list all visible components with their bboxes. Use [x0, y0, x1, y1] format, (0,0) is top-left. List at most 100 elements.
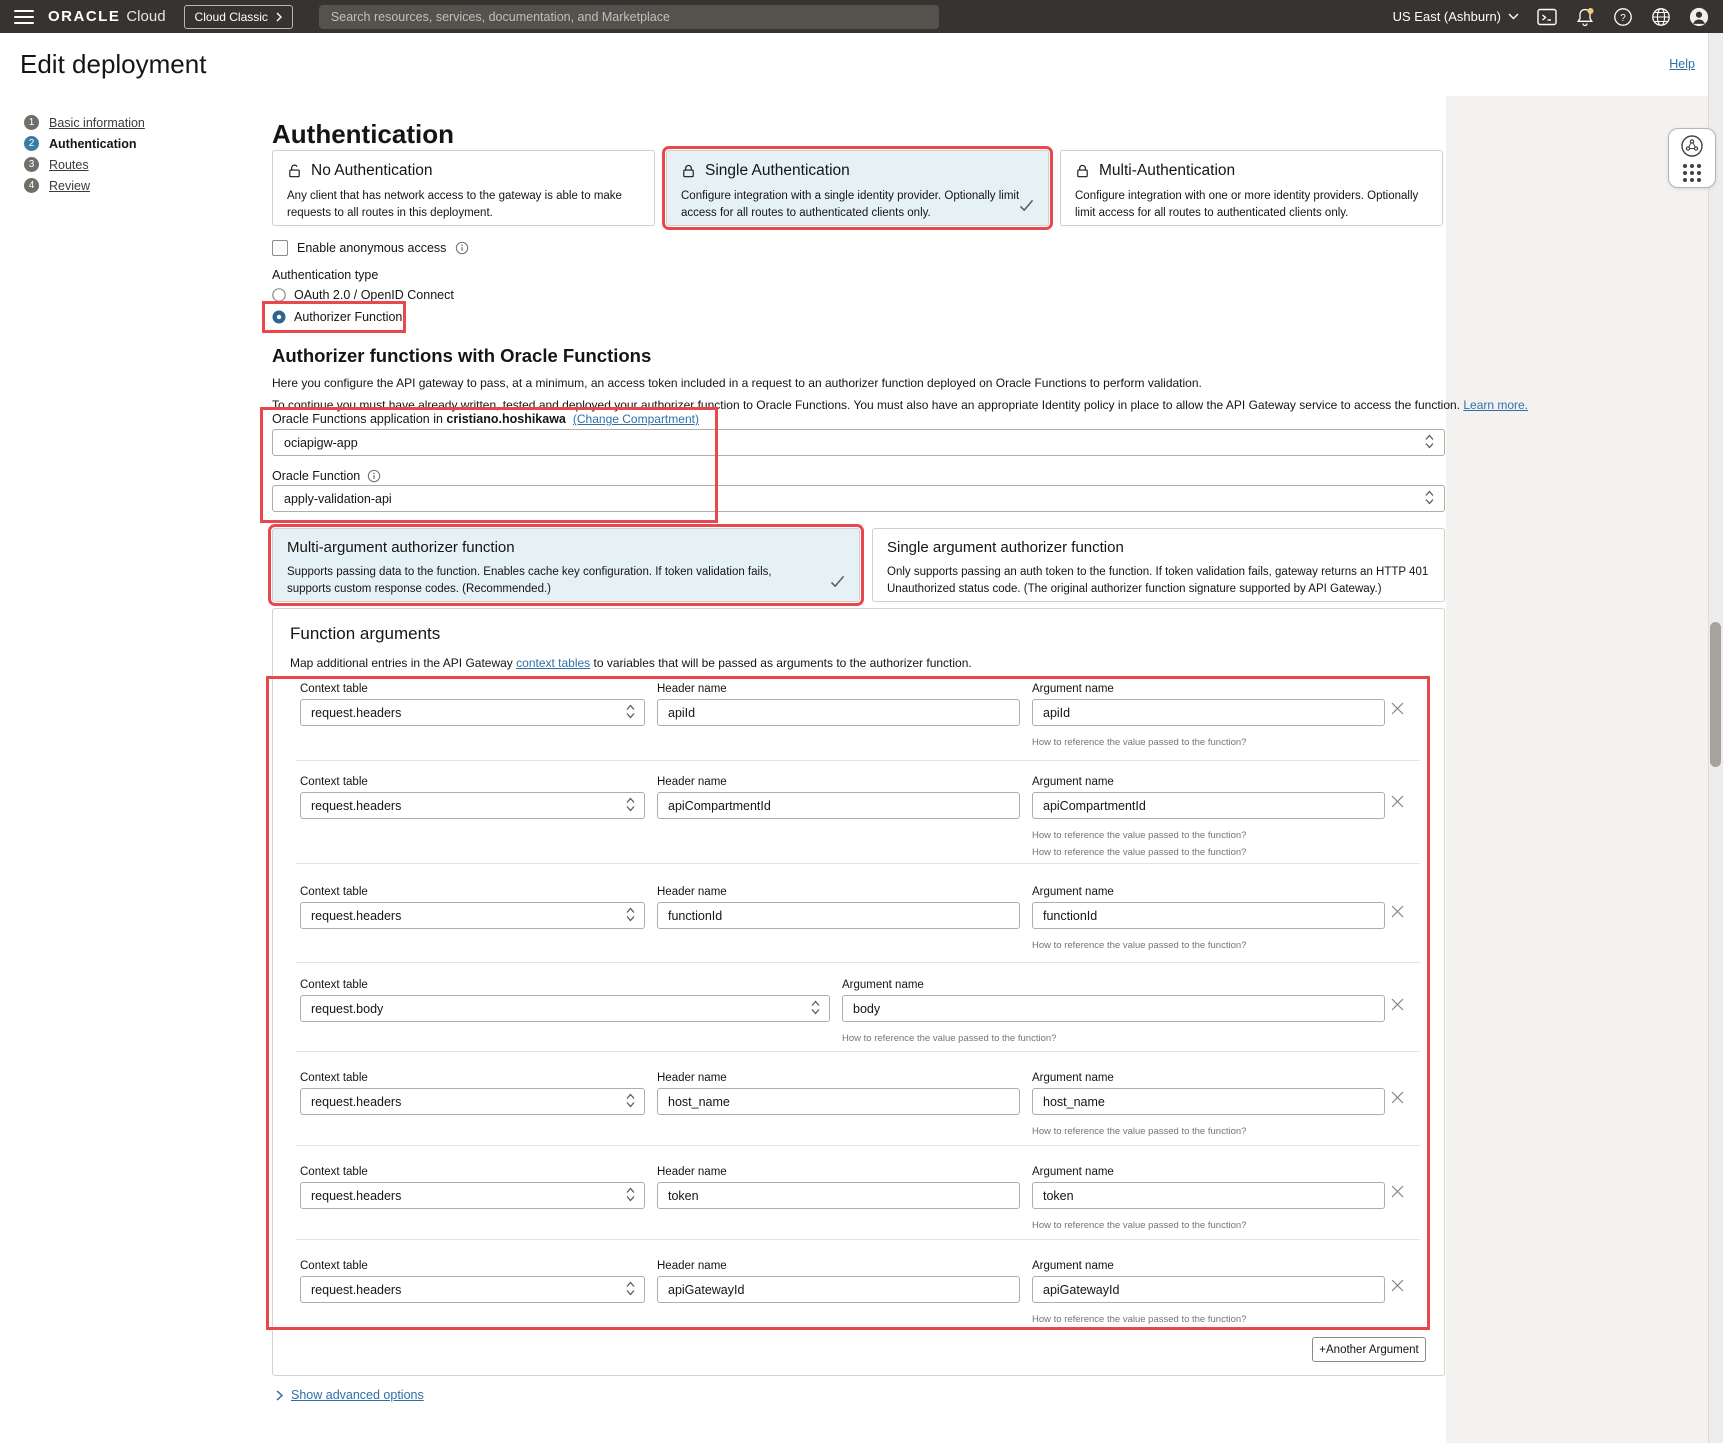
- argument-name-input[interactable]: [1032, 699, 1385, 726]
- learn-more-link[interactable]: Learn more.: [1463, 398, 1528, 412]
- help-link[interactable]: Help: [1669, 57, 1695, 71]
- chevron-right-icon: [276, 1390, 283, 1401]
- argument-name-label: Argument name: [1032, 1166, 1114, 1178]
- select-value: ociapigw-app: [284, 436, 358, 450]
- header-name-input[interactable]: [657, 1276, 1020, 1303]
- anonymous-access-row: Enable anonymous access: [272, 240, 469, 256]
- header-name-input[interactable]: [657, 902, 1020, 929]
- authorizer-paragraph-1: Here you configure the API gateway to pa…: [272, 376, 1202, 390]
- radio-label: Authorizer Function: [294, 310, 402, 324]
- function-argument-row: Context table request.headers Header nam…: [0, 886, 1723, 966]
- label-text: Oracle Function: [272, 469, 360, 483]
- argument-name-label: Argument name: [1032, 683, 1114, 695]
- user-avatar-icon[interactable]: [1689, 7, 1709, 27]
- add-another-argument-button[interactable]: +Another Argument: [1312, 1337, 1426, 1362]
- remove-argument-button[interactable]: [1388, 1184, 1406, 1202]
- brand-oracle: ORACLE: [48, 8, 120, 25]
- anonymous-access-checkbox[interactable]: [272, 240, 288, 256]
- remove-argument-button[interactable]: [1388, 1090, 1406, 1108]
- paragraph-text: To continue you must have already writte…: [272, 398, 1463, 412]
- context-table-select[interactable]: request.headers: [300, 699, 645, 726]
- help-question-icon[interactable]: ?: [1613, 7, 1633, 27]
- lock-icon: [681, 163, 696, 179]
- language-globe-icon[interactable]: [1651, 7, 1671, 27]
- argument-helper-text: How to reference the value passed to the…: [1032, 737, 1246, 748]
- header-name-label: Header name: [657, 1072, 727, 1084]
- remove-argument-button[interactable]: [1388, 794, 1406, 812]
- region-selector[interactable]: US East (Ashburn): [1393, 9, 1519, 24]
- select-value: apply-validation-api: [284, 492, 392, 506]
- function-argument-row: Context table request.headers Header nam…: [0, 1166, 1723, 1246]
- remove-argument-button[interactable]: [1388, 904, 1406, 922]
- radio-authorizer-function[interactable]: Authorizer Function: [272, 310, 402, 324]
- grid-menu-icon[interactable]: [1683, 164, 1701, 182]
- context-table-select[interactable]: request.headers: [300, 792, 645, 819]
- oracle-cloud-logo: ORACLE Cloud: [48, 8, 166, 25]
- show-advanced-options[interactable]: Show advanced options: [276, 1388, 424, 1402]
- stepper-item-review: 4 Review: [24, 175, 145, 196]
- assistant-icon[interactable]: [1680, 134, 1704, 158]
- select-value: request.headers: [311, 799, 401, 813]
- argument-name-label: Argument name: [1032, 776, 1114, 788]
- step-circle: 4: [24, 178, 39, 193]
- remove-argument-button[interactable]: [1388, 997, 1406, 1015]
- card-description: Configure integration with a single iden…: [681, 188, 1034, 221]
- oracle-function-select[interactable]: apply-validation-api: [272, 485, 1445, 512]
- argument-name-input[interactable]: [1032, 1182, 1385, 1209]
- info-icon[interactable]: [455, 241, 469, 255]
- header-name-input[interactable]: [657, 699, 1020, 726]
- header-name-label: Header name: [657, 683, 727, 695]
- header-name-input[interactable]: [657, 1088, 1020, 1115]
- context-tables-link[interactable]: context tables: [516, 656, 590, 670]
- context-table-select[interactable]: request.headers: [300, 1088, 645, 1115]
- argument-name-input[interactable]: [1032, 902, 1385, 929]
- step-circle: 3: [24, 157, 39, 172]
- header-name-input[interactable]: [657, 792, 1020, 819]
- context-table-select[interactable]: request.headers: [300, 1182, 645, 1209]
- authorizer-paragraph-2: To continue you must have already writte…: [272, 398, 1528, 412]
- header-name-input[interactable]: [657, 1182, 1020, 1209]
- functions-application-select[interactable]: ociapigw-app: [272, 429, 1445, 456]
- context-table-select[interactable]: request.headers: [300, 902, 645, 929]
- row-divider: [296, 962, 1420, 963]
- card-multi-authentication[interactable]: Multi-Authentication Configure integrati…: [1060, 150, 1443, 226]
- stepper-item-routes: 3 Routes: [24, 154, 145, 175]
- card-no-authentication[interactable]: No Authentication Any client that has ne…: [272, 150, 655, 226]
- stepper-link-review[interactable]: Review: [49, 179, 90, 193]
- argument-name-input[interactable]: [842, 995, 1385, 1022]
- remove-argument-button[interactable]: [1388, 701, 1406, 719]
- authorizer-functions-heading: Authorizer functions with Oracle Functio…: [272, 345, 651, 367]
- argument-name-label: Argument name: [1032, 1260, 1114, 1272]
- brand-cloud: Cloud: [126, 8, 165, 25]
- context-table-label: Context table: [300, 1260, 368, 1272]
- context-table-select[interactable]: request.body: [300, 995, 830, 1022]
- card-single-argument-authorizer[interactable]: Single argument authorizer function Only…: [872, 528, 1445, 602]
- hamburger-menu-icon[interactable]: [14, 10, 34, 24]
- stepper-link-routes[interactable]: Routes: [49, 158, 89, 172]
- header-name-label: Header name: [657, 1260, 727, 1272]
- change-compartment-link[interactable]: (Change Compartment): [573, 412, 699, 426]
- remove-argument-button[interactable]: [1388, 1278, 1406, 1296]
- header-name-label: Header name: [657, 776, 727, 788]
- context-table-label: Context table: [300, 886, 368, 898]
- context-table-select[interactable]: request.headers: [300, 1276, 645, 1303]
- cloud-shell-icon[interactable]: [1537, 7, 1557, 27]
- select-value: request.headers: [311, 1095, 401, 1109]
- notifications-bell-icon[interactable]: [1575, 7, 1595, 27]
- card-single-authentication[interactable]: Single Authentication Configure integrat…: [666, 150, 1049, 226]
- argument-helper-text: How to reference the value passed to the…: [1032, 1314, 1246, 1325]
- select-value: request.headers: [311, 1283, 401, 1297]
- stepper-link-basic-information[interactable]: Basic information: [49, 116, 145, 130]
- cloud-classic-button[interactable]: Cloud Classic: [184, 5, 293, 29]
- info-icon[interactable]: [367, 469, 381, 483]
- context-table-label: Context table: [300, 683, 368, 695]
- context-table-label: Context table: [300, 1166, 368, 1178]
- argument-name-input[interactable]: [1032, 792, 1385, 819]
- argument-name-input[interactable]: [1032, 1276, 1385, 1303]
- select-value: request.headers: [311, 909, 401, 923]
- compartment-name: cristiano.hoshikawa: [446, 412, 565, 426]
- global-search-input[interactable]: [319, 5, 939, 29]
- card-multi-argument-authorizer[interactable]: Multi-argument authorizer function Suppo…: [272, 528, 860, 602]
- radio-oauth-openid[interactable]: OAuth 2.0 / OpenID Connect: [272, 288, 454, 302]
- argument-name-input[interactable]: [1032, 1088, 1385, 1115]
